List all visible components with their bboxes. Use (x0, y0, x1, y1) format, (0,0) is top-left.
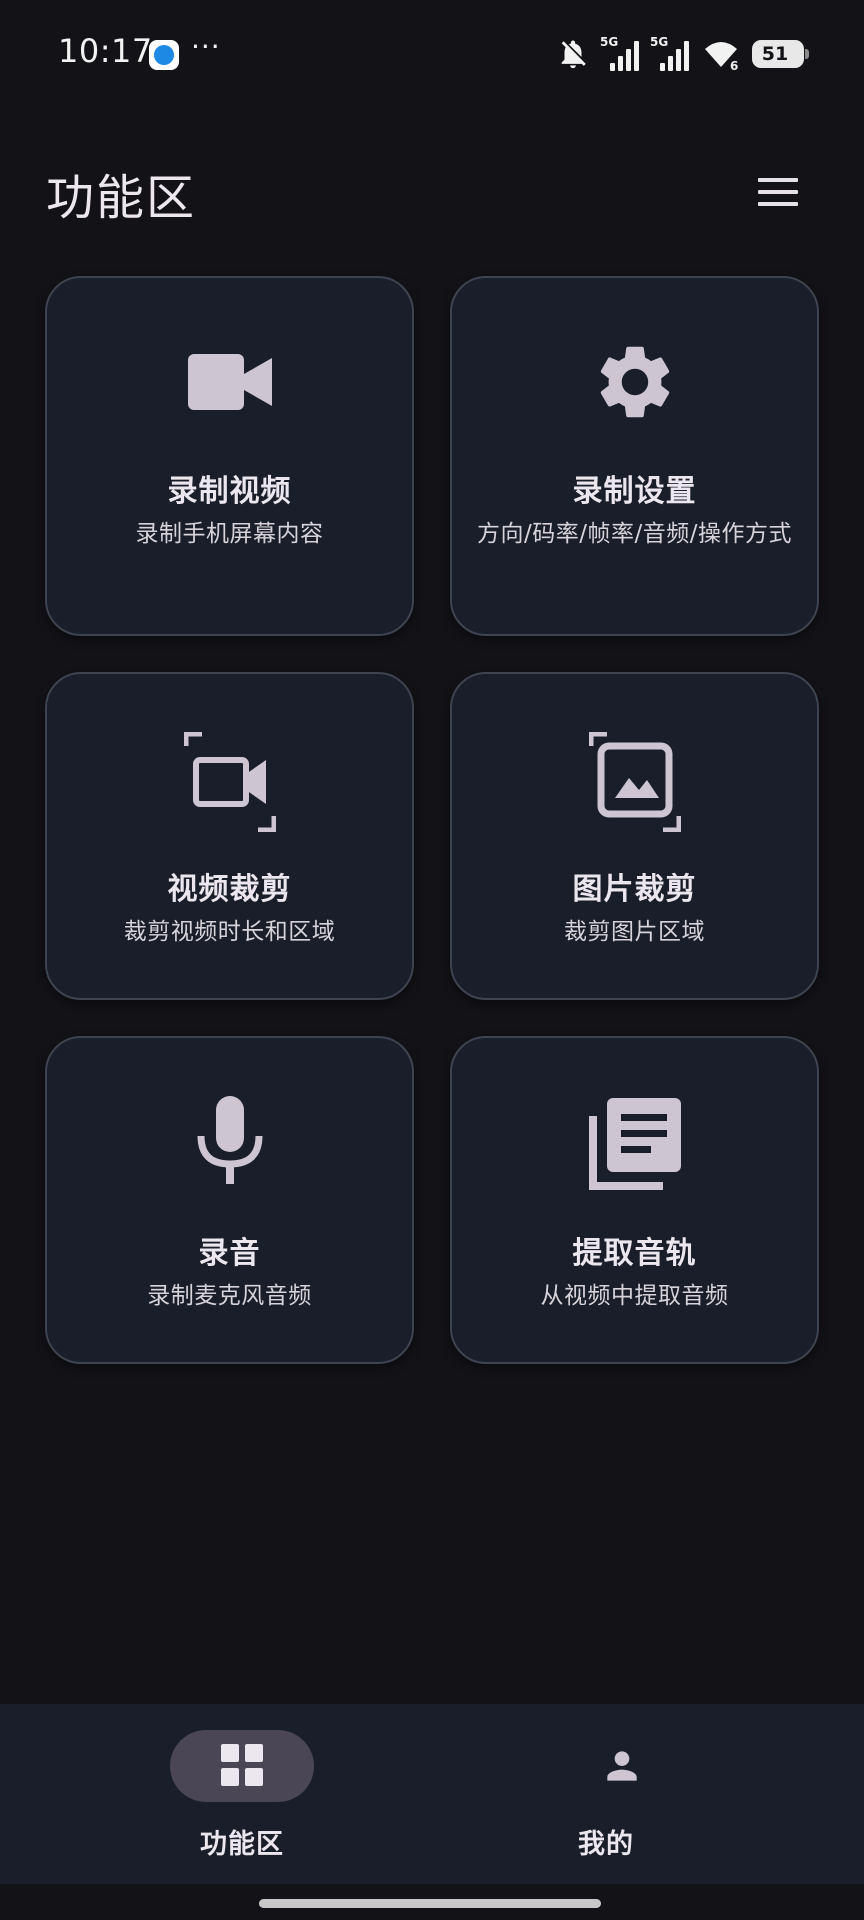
gear-icon (600, 346, 669, 418)
card-title: 录音 (198, 1236, 261, 1271)
network-type-label: 5G (650, 35, 668, 49)
status-time: 10:17 (58, 32, 153, 70)
card-title: 录制视频 (167, 474, 292, 509)
library-books-icon (588, 1098, 681, 1190)
card-subtitle: 从视频中提取音频 (540, 1283, 729, 1309)
card-subtitle: 录制手机屏幕内容 (135, 521, 324, 547)
card-video-crop[interactable]: 视频裁剪 裁剪视频时长和区域 (45, 672, 414, 1000)
card-subtitle: 裁剪视频时长和区域 (123, 919, 336, 945)
card-title: 录制设置 (572, 474, 697, 509)
nav-label: 我的 (578, 1829, 634, 1860)
video-crop-icon (183, 732, 276, 832)
card-extract-audio[interactable]: 提取音轨 从视频中提取音频 (450, 1036, 819, 1364)
bottom-nav: 功能区 我的 (0, 1704, 864, 1884)
grid-icon (221, 1744, 263, 1786)
status-icons: 5G 5G 6 51 (556, 34, 809, 74)
card-record-settings[interactable]: 录制设置 方向/码率/帧率/音频/操作方式 (450, 276, 819, 636)
nav-item-mine[interactable]: 我的 (432, 1704, 864, 1884)
card-image-crop[interactable]: 图片裁剪 裁剪图片区域 (450, 672, 819, 1000)
battery-icon: 51 (752, 40, 809, 68)
card-subtitle: 方向/码率/帧率/音频/操作方式 (477, 521, 792, 547)
page-title: 功能区 (46, 170, 197, 226)
card-record-audio[interactable]: 录音 录制麦克风音频 (45, 1036, 414, 1364)
card-subtitle: 录制麦克风音频 (147, 1283, 312, 1309)
status-bar: 10:17 ··· 5G 5G 6 51 (0, 0, 864, 110)
menu-button[interactable] (752, 166, 804, 218)
videocam-icon (187, 354, 272, 410)
signal-icon: 5G (650, 35, 689, 71)
battery-level: 51 (761, 43, 789, 65)
hamburger-menu-icon (758, 178, 798, 206)
wifi-level-label: 6 (730, 59, 738, 71)
card-title: 视频裁剪 (167, 872, 292, 907)
person-icon (607, 1751, 637, 1781)
card-title: 图片裁剪 (572, 872, 697, 907)
app-notification-icon (149, 40, 179, 70)
image-crop-icon (588, 732, 681, 832)
network-type-label: 5G (600, 35, 618, 49)
nav-item-functions[interactable]: 功能区 (0, 1704, 432, 1884)
bell-off-icon (561, 40, 586, 69)
card-record-video[interactable]: 录制视频 录制手机屏幕内容 (45, 276, 414, 636)
microphone-icon (197, 1096, 262, 1184)
home-indicator[interactable] (259, 1899, 601, 1908)
card-subtitle: 裁剪图片区域 (564, 919, 705, 945)
card-title: 提取音轨 (572, 1236, 697, 1271)
signal-icon: 5G (600, 35, 639, 71)
more-notifications-icon: ··· (191, 30, 221, 63)
wifi-icon: 6 (705, 42, 738, 71)
